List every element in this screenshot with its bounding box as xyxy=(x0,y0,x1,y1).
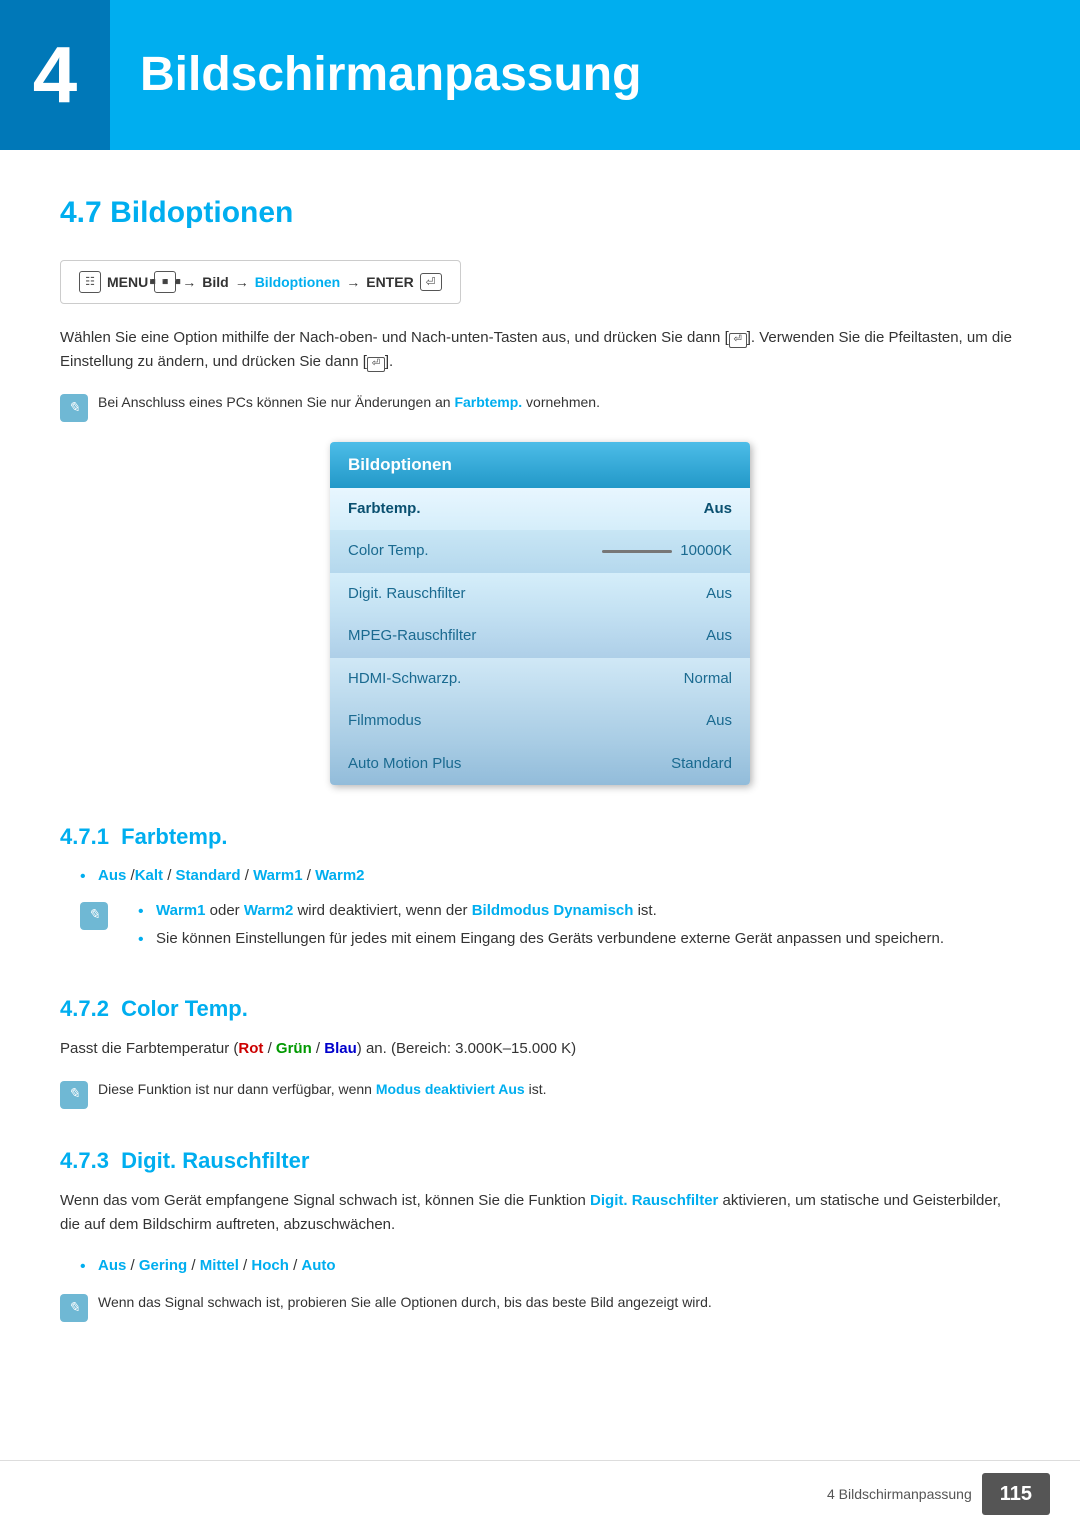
main-content: 4.7 Bildoptionen ☷ MENU ◾◾◾ → Bild → Bil… xyxy=(0,190,1080,1417)
osd-container: Bildoptionen Farbtemp. Aus Color Temp. 1… xyxy=(60,442,1020,785)
note-box-471-1: ✎ Warm1 oder Warm2 wird deaktiviert, wen… xyxy=(80,900,1020,957)
chapter-header: 4 Bildschirmanpassung xyxy=(0,0,1080,150)
subsection-472-heading: 4.7.2 Color Temp. xyxy=(60,992,1020,1025)
bullet-farbtemp-note1: Warm1 oder Warm2 wird deaktiviert, wenn … xyxy=(138,900,944,923)
osd-menu: Bildoptionen Farbtemp. Aus Color Temp. 1… xyxy=(330,442,750,785)
colortemp-description: Passt die Farbtemperatur (Rot / Grün / B… xyxy=(60,1037,1020,1061)
section-description: Wählen Sie eine Option mithilfe der Nach… xyxy=(60,326,1020,374)
digit-description: Wenn das vom Gerät empfangene Signal sch… xyxy=(60,1189,1020,1237)
osd-row-film: Filmmodus Aus xyxy=(330,700,750,743)
osd-row-hdmi: HDMI-Schwarzp. Normal xyxy=(330,658,750,701)
enter-label: ENTER xyxy=(366,272,413,293)
menu-grid-icon: ◾◾◾ xyxy=(154,271,176,293)
bullet-digit-options: Aus / Gering / Mittel / Hoch / Auto xyxy=(80,1255,1020,1278)
osd-row-digit: Digit. Rauschfilter Aus xyxy=(330,573,750,616)
bild-label: Bild xyxy=(202,272,228,293)
farbtemp-note-bullets: Warm1 oder Warm2 wird deaktiviert, wenn … xyxy=(118,900,944,957)
osd-row-colortemp: Color Temp. 10000K xyxy=(330,530,750,573)
bildoptionen-label: Bildoptionen xyxy=(255,272,341,293)
note-box-473: ✎ Wenn das Signal schwach ist, probieren… xyxy=(60,1292,1020,1322)
note-icon-471-1: ✎ xyxy=(80,902,108,930)
bullet-farbtemp-note2: Sie können Einstellungen für jedes mit e… xyxy=(138,928,944,951)
note-box-472: ✎ Diese Funktion ist nur dann verfügbar,… xyxy=(60,1079,1020,1109)
note-box-1: ✎ Bei Anschluss eines PCs können Sie nur… xyxy=(60,392,1020,422)
enter-icon-inline2: ⏎ xyxy=(367,357,385,372)
subsection-473-heading: 4.7.3 Digit. Rauschfilter xyxy=(60,1144,1020,1177)
note-text-473: Wenn das Signal schwach ist, probieren S… xyxy=(98,1292,712,1313)
page-footer: 4 Bildschirmanpassung 115 xyxy=(0,1460,1080,1527)
section-heading: 4.7 Bildoptionen xyxy=(60,190,1020,235)
chapter-number: 4 xyxy=(0,0,110,150)
osd-row-mpeg: MPEG-Rauschfilter Aus xyxy=(330,615,750,658)
note-text-472: Diese Funktion ist nur dann verfügbar, w… xyxy=(98,1079,546,1100)
farbtemp-notes: ✎ Warm1 oder Warm2 wird deaktiviert, wen… xyxy=(80,900,1020,957)
digit-bullets: Aus / Gering / Mittel / Hoch / Auto xyxy=(60,1255,1020,1278)
osd-row-farbtemp: Farbtemp. Aus xyxy=(330,488,750,531)
osd-header: Bildoptionen xyxy=(330,442,750,488)
enter-icon-inline: ⏎ xyxy=(729,333,747,348)
menu-icon: ☷ xyxy=(79,271,101,293)
note-icon-1: ✎ xyxy=(60,394,88,422)
subsection-471-heading: 4.7.1 Farbtemp. xyxy=(60,820,1020,853)
menu-label: MENU xyxy=(107,272,148,293)
osd-row-automotion: Auto Motion Plus Standard xyxy=(330,743,750,786)
note-icon-472: ✎ xyxy=(60,1081,88,1109)
footer-text: 4 Bildschirmanpassung xyxy=(827,1484,972,1505)
enter-icon: ⏎ xyxy=(420,273,442,291)
chapter-title: Bildschirmanpassung xyxy=(140,39,641,111)
chapter-title-box: Bildschirmanpassung xyxy=(110,0,671,150)
note-icon-473: ✎ xyxy=(60,1294,88,1322)
note-text-1: Bei Anschluss eines PCs können Sie nur Ä… xyxy=(98,392,600,413)
farbtemp-bullets: Aus /Kalt / Standard / Warm1 / Warm2 xyxy=(60,865,1020,888)
bullet-farbtemp-options: Aus /Kalt / Standard / Warm1 / Warm2 xyxy=(80,865,1020,888)
page-number: 115 xyxy=(982,1473,1050,1515)
menu-path: ☷ MENU ◾◾◾ → Bild → Bildoptionen → ENTER… xyxy=(60,260,461,304)
